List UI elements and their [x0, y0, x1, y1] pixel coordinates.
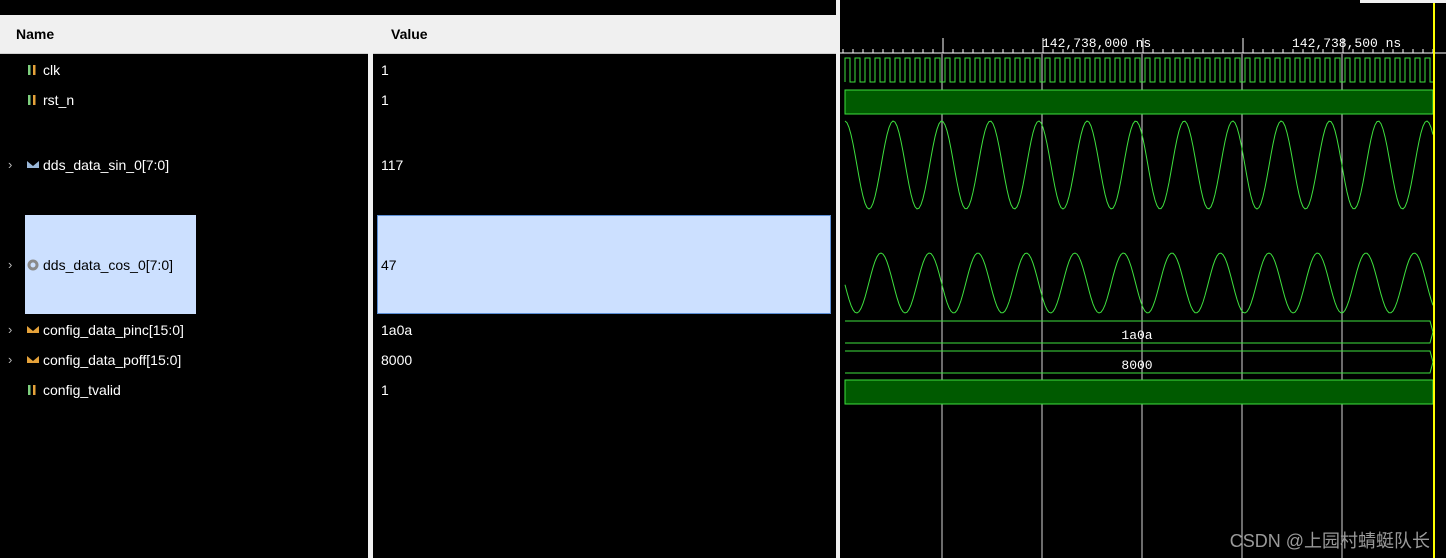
- name-column-header[interactable]: Name: [0, 15, 368, 54]
- signal-row-config-tvalid[interactable]: config_tvalid: [0, 379, 368, 401]
- signal-name: config_tvalid: [43, 382, 121, 398]
- expand-chevron-icon[interactable]: ›: [8, 322, 12, 337]
- signal-value: 1: [381, 62, 389, 78]
- expand-chevron-icon[interactable]: ›: [8, 257, 12, 272]
- name-header-label: Name: [16, 26, 55, 42]
- cos-analog-waveform: [844, 252, 1434, 314]
- signal-name: config_data_pinc[15:0]: [43, 322, 184, 338]
- selected-value-highlight: [377, 215, 831, 314]
- bit-signal-icon: [28, 65, 36, 75]
- expand-chevron-icon[interactable]: ›: [8, 352, 12, 367]
- signal-value: 8000: [381, 352, 413, 368]
- bus-signal-icon: [27, 356, 39, 363]
- bus-signal-icon: [27, 326, 39, 333]
- signal-row-config-data-poff[interactable]: › config_data_poff[15:0]: [0, 349, 368, 371]
- clk-waveform: [844, 57, 1433, 83]
- signal-name: config_data_poff[15:0]: [43, 352, 182, 368]
- signal-value: 1: [381, 92, 389, 108]
- watermark: CSDN @上园村蜻蜓队长: [1229, 531, 1430, 551]
- poff-bus-label: 8000: [1121, 358, 1152, 373]
- bus-signal-icon: [27, 161, 39, 168]
- top-marker-strip: [1360, 0, 1446, 3]
- signal-name: rst_n: [43, 92, 75, 108]
- bit-signal-icon: [28, 95, 36, 105]
- clk-edges: [844, 57, 1433, 83]
- bit-signal-icon: [28, 385, 36, 395]
- waveform-viewer[interactable]: 142,738,000 ns 142,738,500 ns 1a0a 8000: [840, 0, 1446, 558]
- signal-row-clk[interactable]: clk: [0, 59, 368, 81]
- value-column-header[interactable]: Value: [373, 15, 836, 54]
- tvalid-high-waveform: [844, 379, 1434, 405]
- signal-name: dds_data_cos_0[7:0]: [43, 257, 173, 273]
- signal-row-dds-data-cos[interactable]: › dds_data_cos_0[7:0]: [0, 254, 368, 276]
- expand-chevron-icon[interactable]: ›: [8, 157, 12, 172]
- signal-name: clk: [43, 62, 61, 78]
- time-label-1: 142,738,000 ns: [1042, 36, 1151, 51]
- signal-row-dds-data-sin[interactable]: › dds_data_sin_0[7:0]: [0, 154, 368, 176]
- signal-row-config-data-pinc[interactable]: › config_data_pinc[15:0]: [0, 319, 368, 341]
- signal-row-rst-n[interactable]: rst_n: [0, 89, 368, 111]
- pinc-bus-label: 1a0a: [1121, 328, 1152, 343]
- signal-value: 47: [381, 257, 397, 273]
- sin-analog-waveform: [844, 120, 1434, 210]
- signal-value: 1: [381, 382, 389, 398]
- value-column: Value 1 1 117 47 1a0a 8000 1: [373, 15, 836, 558]
- analog-signal-icon: [27, 259, 39, 271]
- signal-value: 117: [381, 157, 404, 173]
- rst-n-high-waveform: [844, 89, 1434, 115]
- name-column: Name clk rst_n › dds_data_sin_0[7:0] › d…: [0, 15, 368, 558]
- time-label-2: 142,738,500 ns: [1292, 36, 1401, 51]
- signal-name: dds_data_sin_0[7:0]: [43, 157, 170, 173]
- value-header-label: Value: [391, 26, 428, 42]
- top-strip: [0, 0, 836, 15]
- signal-value: 1a0a: [381, 322, 413, 338]
